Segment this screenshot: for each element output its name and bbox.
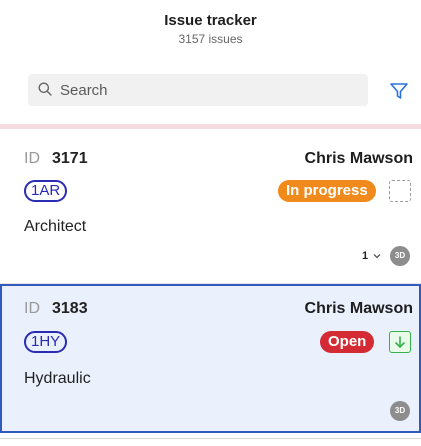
id-label: ID xyxy=(24,150,40,167)
header: Issue tracker 3157 issues xyxy=(0,0,421,128)
status-badge[interactable]: In progress xyxy=(278,180,376,202)
arrow-down-icon xyxy=(394,336,406,349)
search-bar[interactable] xyxy=(28,74,368,106)
discipline-label: Architect xyxy=(24,218,87,235)
issue-id: 3183 xyxy=(52,300,88,317)
list-bottom-divider xyxy=(0,438,421,439)
assignee-name: Chris Mawson xyxy=(304,150,413,167)
search-icon xyxy=(38,82,52,96)
download-button[interactable] xyxy=(389,331,411,353)
page-title: Issue tracker xyxy=(164,12,257,29)
issue-card[interactable]: ID 3171 Chris Mawson 1AR In progress Arc… xyxy=(0,129,421,283)
attachment-count[interactable]: 1 xyxy=(362,250,368,262)
issue-code-pill: 1HY xyxy=(24,331,68,353)
search-input[interactable] xyxy=(60,74,360,106)
issue-count: 3157 issues xyxy=(178,32,243,46)
chevron-down-icon[interactable] xyxy=(372,251,382,261)
3d-model-badge[interactable]: 3D xyxy=(390,246,410,266)
3d-model-badge[interactable]: 3D xyxy=(390,401,410,421)
assignee-name: Chris Mawson xyxy=(304,300,413,317)
filter-icon[interactable] xyxy=(388,80,410,102)
discipline-label: Hydraulic xyxy=(24,370,91,387)
issue-id: 3171 xyxy=(52,150,88,167)
issue-card-selected[interactable]: ID 3183 Chris Mawson 1HY Open Hydraulic … xyxy=(0,284,421,433)
dashed-square-icon[interactable] xyxy=(389,180,411,202)
id-label: ID xyxy=(24,300,40,317)
issue-code-pill: 1AR xyxy=(24,180,68,202)
status-badge[interactable]: Open xyxy=(320,331,375,353)
